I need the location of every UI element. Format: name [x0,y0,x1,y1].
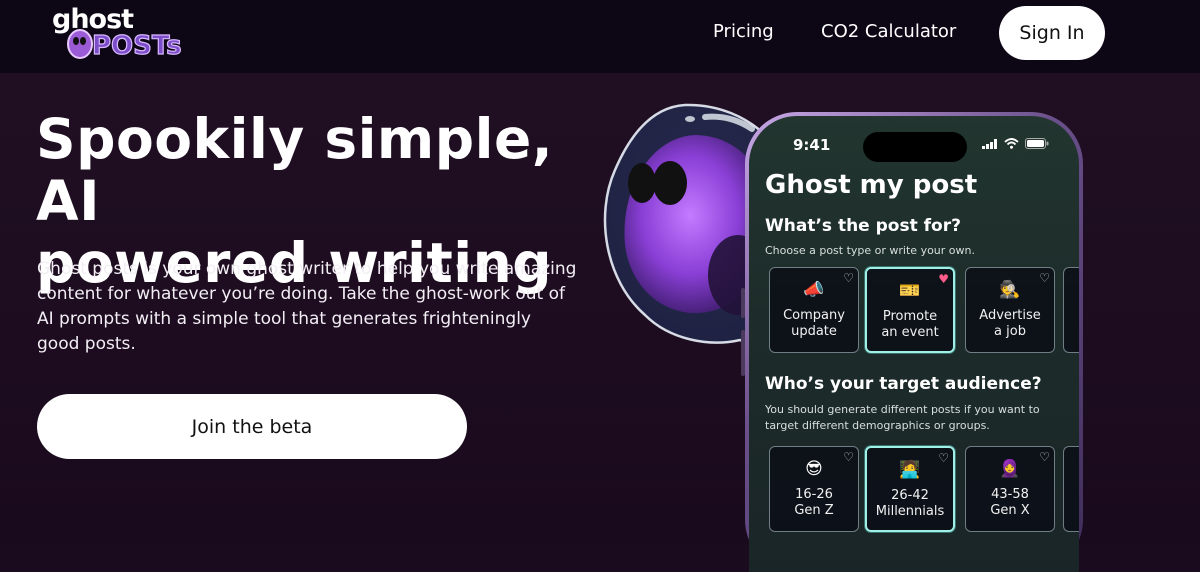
status-time: 9:41 [793,136,831,154]
detective-icon: 🕵️ [999,280,1021,300]
megaphone-icon: 📣 [803,280,825,300]
battery-icon [1025,138,1049,149]
logo-posts-wordmark: POSTs [67,29,182,62]
audience-card-gen-z[interactable]: ♡ 😎 16-26 Gen Z [769,446,859,532]
card-label: Advertise a job [979,308,1041,339]
post-type-card-partial[interactable] [1063,267,1079,353]
wifi-icon [1004,138,1019,149]
status-icons [982,138,1049,149]
card-label: Company update [783,308,845,339]
post-purpose-hint: Choose a post type or write your own. [765,244,975,257]
post-purpose-heading: What’s the post for? [765,216,961,236]
phone-mockup: 9:41 Ghost my post What’s the post for? … [745,112,1083,572]
join-beta-button[interactable]: Join the beta [37,394,467,459]
nav-link-co2-calculator[interactable]: CO2 Calculator [821,21,956,42]
signal-icon [982,138,997,149]
hero-title-line1: Spookily simple, AI [36,107,554,233]
post-type-card-company-update[interactable]: ♡ 📣 Company update [769,267,859,353]
card-label: 16-26 Gen Z [794,487,834,518]
nav-link-pricing[interactable]: Pricing [713,21,774,42]
hero-description: Ghost posts is your own ghost writer to … [37,259,577,354]
card-label: Promote an event [881,309,939,340]
audience-heading: Who’s your target audience? [765,374,1042,394]
post-type-card-advertise-job[interactable]: ♡ 🕵️ Advertise a job [965,267,1055,353]
card-label: 43-58 Gen X [990,487,1030,518]
audience-hint: You should generate different posts if y… [765,403,1040,432]
post-type-card-promote-event[interactable]: ♥ 🎫 Promote an event [865,267,955,353]
audience-card-millennials[interactable]: ♡ 🧑‍💻 26-42 Millennials [865,446,955,532]
app-title: Ghost my post [765,170,978,200]
audience-card-gen-x[interactable]: ♡ 🧕 43-58 Gen X [965,446,1055,532]
technologist-icon: 🧑‍💻 [899,460,921,480]
dynamic-island [863,132,967,162]
sunglasses-face-icon: 😎 [805,459,823,479]
top-navbar: ghost POSTs Pricing CO2 Calculator Sign … [0,0,1200,73]
ticket-icon: 🎫 [899,281,921,301]
phone-screen: 9:41 Ghost my post What’s the post for? … [749,116,1079,572]
audience-card-partial[interactable] [1063,446,1079,532]
sign-in-button[interactable]: Sign In [999,6,1105,60]
ghost-posts-logo[interactable]: ghost POSTs [50,4,190,66]
svg-text:POSTs: POSTs [92,31,182,61]
person-icon: 🧕 [999,459,1021,479]
card-label: 26-42 Millennials [875,488,945,519]
